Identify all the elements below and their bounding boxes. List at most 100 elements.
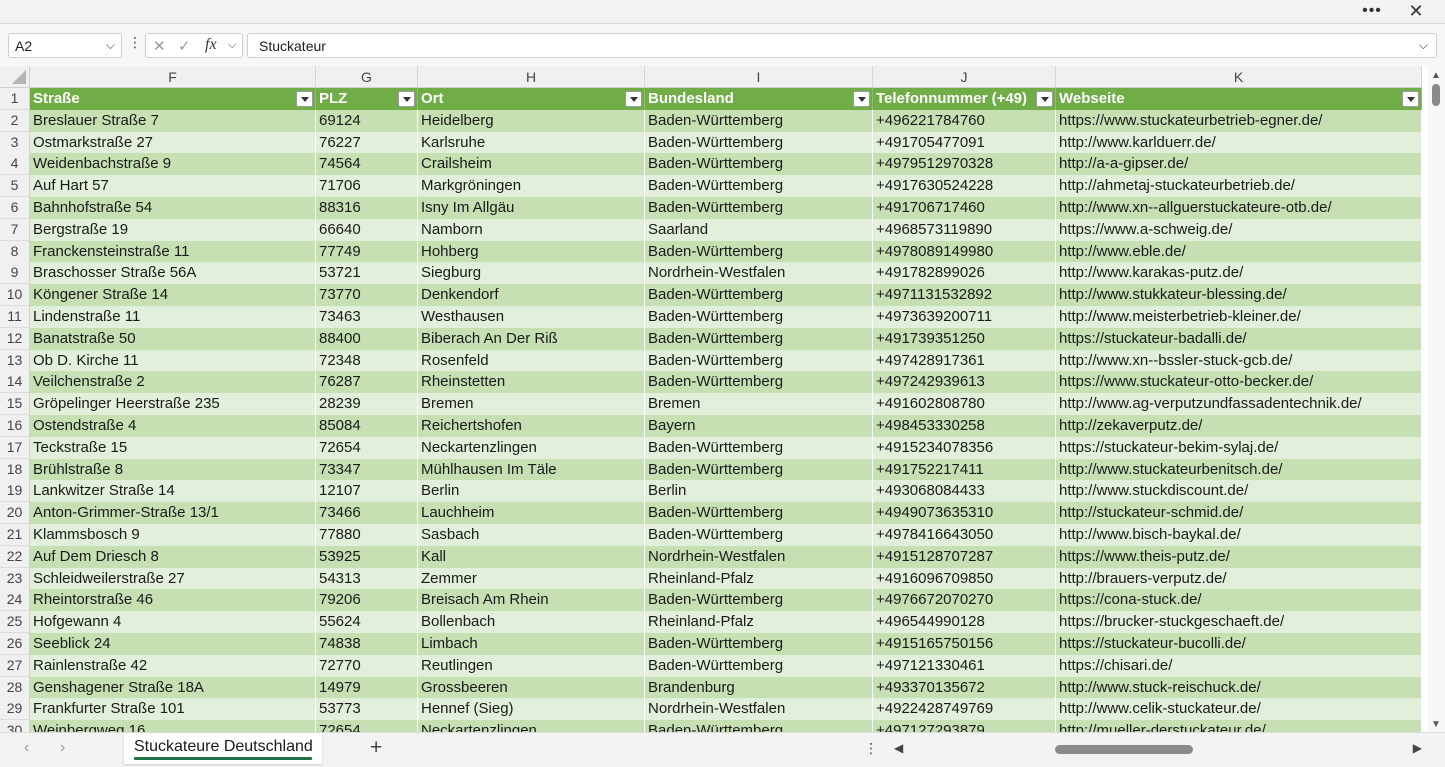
table-cell[interactable]: Baden-Württemberg xyxy=(645,284,873,307)
filter-dropdown-icon[interactable] xyxy=(853,91,870,107)
scroll-up-icon[interactable]: ▲ xyxy=(1431,70,1441,81)
sheet-tab-active[interactable]: Stuckateure Deutschland xyxy=(124,733,322,764)
table-cell[interactable]: Lindenstraße 11 xyxy=(30,306,316,328)
row-header[interactable]: 13 xyxy=(0,349,30,372)
row-header[interactable]: 21 xyxy=(0,524,30,546)
table-cell[interactable]: Anton-Grimmer-Straße 13/1 xyxy=(30,502,316,525)
table-cell[interactable]: Mühlhausen Im Täle xyxy=(418,458,645,481)
formula-input[interactable]: Stuckateur ⌵ xyxy=(247,33,1437,58)
horizontal-scrollbar[interactable]: ◀ ▶ xyxy=(892,741,1424,757)
row-header[interactable]: 29 xyxy=(0,698,30,721)
table-cell[interactable]: Rheinstetten xyxy=(418,371,645,394)
table-cell[interactable]: http://www.stuckdiscount.de/ xyxy=(1056,480,1422,503)
row-header[interactable]: 1 xyxy=(0,88,30,110)
table-cell[interactable]: +4976672070270 xyxy=(873,589,1056,612)
table-cell[interactable]: Berlin xyxy=(418,480,645,503)
column-header-k[interactable]: K xyxy=(1056,66,1422,88)
table-cell[interactable]: https://chisari.de/ xyxy=(1056,654,1422,677)
table-cell[interactable]: Nordrhein-Westfalen xyxy=(645,545,873,568)
table-cell[interactable]: Baden-Württemberg xyxy=(645,131,873,154)
column-header-i[interactable]: I xyxy=(645,66,873,88)
row-header[interactable]: 28 xyxy=(0,676,30,699)
table-cell[interactable]: +4968573119890 xyxy=(873,218,1056,241)
table-cell[interactable]: +491602808780 xyxy=(873,393,1056,416)
table-cell[interactable]: Weidenbachstraße 9 xyxy=(30,153,316,176)
table-cell[interactable]: Baden-Württemberg xyxy=(645,633,873,655)
table-cell[interactable]: Limbach xyxy=(418,633,645,655)
table-cell[interactable]: Brühlstraße 8 xyxy=(30,458,316,481)
table-cell[interactable]: Reutlingen xyxy=(418,654,645,677)
table-cell[interactable]: Veilchenstraße 2 xyxy=(30,371,316,394)
table-cell[interactable]: 72654 xyxy=(316,720,418,732)
table-cell[interactable]: Teckstraße 15 xyxy=(30,436,316,459)
scrollbar-thumb[interactable] xyxy=(1432,84,1440,106)
insert-function-icon[interactable]: fx xyxy=(205,36,217,54)
scroll-down-icon[interactable]: ▼ xyxy=(1431,719,1441,730)
more-horizontal-icon[interactable]: ••• xyxy=(1357,0,1387,24)
name-box[interactable]: A2 ⌵ xyxy=(8,33,122,58)
chevron-down-icon[interactable]: ⌵ xyxy=(106,38,115,53)
row-header[interactable]: 16 xyxy=(0,415,30,437)
table-cell[interactable]: Karlsruhe xyxy=(418,131,645,154)
table-cell[interactable]: Hennef (Sieg) xyxy=(418,698,645,721)
table-cell[interactable]: 14979 xyxy=(316,676,418,699)
table-cell[interactable]: https://www.stuckateurbetrieb-egner.de/ xyxy=(1056,109,1422,132)
table-cell[interactable]: Baden-Württemberg xyxy=(645,327,873,350)
row-header[interactable]: 2 xyxy=(0,109,30,132)
table-cell[interactable]: Bollenbach xyxy=(418,611,645,634)
scrollbar-thumb[interactable] xyxy=(1055,745,1193,754)
table-cell[interactable]: +4979512970328 xyxy=(873,153,1056,176)
table-cell[interactable]: Hofgewann 4 xyxy=(30,611,316,634)
table-cell[interactable]: http://brauers-verputz.de/ xyxy=(1056,567,1422,590)
row-header[interactable]: 23 xyxy=(0,567,30,590)
column-header-g[interactable]: G xyxy=(316,66,418,88)
table-cell[interactable]: Schleidweilerstraße 27 xyxy=(30,567,316,590)
table-cell[interactable]: 72770 xyxy=(316,654,418,677)
table-cell[interactable]: Zemmer xyxy=(418,567,645,590)
column-header-f[interactable]: F xyxy=(30,66,316,88)
table-cell[interactable]: 72348 xyxy=(316,349,418,372)
table-cell[interactable]: https://stuckateur-badalli.de/ xyxy=(1056,327,1422,350)
table-cell[interactable]: Grossbeeren xyxy=(418,676,645,699)
close-icon[interactable]: ✕ xyxy=(1403,0,1429,24)
row-header[interactable]: 12 xyxy=(0,327,30,350)
row-header[interactable]: 4 xyxy=(0,153,30,176)
table-cell[interactable]: https://brucker-stuckgeschaeft.de/ xyxy=(1056,611,1422,634)
table-cell[interactable]: 66640 xyxy=(316,218,418,241)
table-cell[interactable]: +493068084433 xyxy=(873,480,1056,503)
table-cell[interactable]: +496544990128 xyxy=(873,611,1056,634)
chevron-down-icon[interactable]: ⌵ xyxy=(228,39,236,52)
table-cell[interactable]: http://ahmetaj-stuckateurbetrieb.de/ xyxy=(1056,175,1422,198)
table-cell[interactable]: Franckensteinstraße 11 xyxy=(30,240,316,263)
table-cell[interactable]: 79206 xyxy=(316,589,418,612)
table-cell[interactable]: Lankwitzer Straße 14 xyxy=(30,480,316,503)
filter-dropdown-icon[interactable] xyxy=(1402,91,1419,107)
check-icon[interactable]: ✓ xyxy=(178,37,191,55)
table-cell[interactable]: 74838 xyxy=(316,633,418,655)
table-cell[interactable]: http://www.celik-stuckateur.de/ xyxy=(1056,698,1422,721)
row-header[interactable]: 11 xyxy=(0,306,30,328)
table-cell[interactable]: 72654 xyxy=(316,436,418,459)
row-header[interactable]: 24 xyxy=(0,589,30,612)
table-cell[interactable]: http://a-a-gipser.de/ xyxy=(1056,153,1422,176)
table-cell[interactable]: Baden-Württemberg xyxy=(645,436,873,459)
vertical-scrollbar[interactable]: ▲ ▼ xyxy=(1428,66,1445,732)
table-cell[interactable]: 73466 xyxy=(316,502,418,525)
table-cell[interactable]: +496221784760 xyxy=(873,109,1056,132)
table-cell[interactable]: http://www.eble.de/ xyxy=(1056,240,1422,263)
table-cell[interactable]: Baden-Württemberg xyxy=(645,502,873,525)
table-cell[interactable]: Baden-Württemberg xyxy=(645,175,873,198)
table-cell[interactable]: +4978089149980 xyxy=(873,240,1056,263)
table-cell[interactable]: Bremen xyxy=(418,393,645,416)
table-cell[interactable]: +491739351250 xyxy=(873,327,1056,350)
row-header[interactable]: 22 xyxy=(0,545,30,568)
column-header-j[interactable]: J xyxy=(873,66,1056,88)
table-cell[interactable]: +497121330461 xyxy=(873,654,1056,677)
vertical-dots-icon[interactable]: ⋮ xyxy=(864,740,878,757)
table-cell[interactable]: Klammsbosch 9 xyxy=(30,524,316,546)
row-header[interactable]: 10 xyxy=(0,284,30,307)
row-header[interactable]: 8 xyxy=(0,240,30,263)
table-cell[interactable]: Gröpelinger Heerstraße 235 xyxy=(30,393,316,416)
filter-dropdown-icon[interactable] xyxy=(1036,91,1053,107)
table-cell[interactable]: Baden-Württemberg xyxy=(645,240,873,263)
